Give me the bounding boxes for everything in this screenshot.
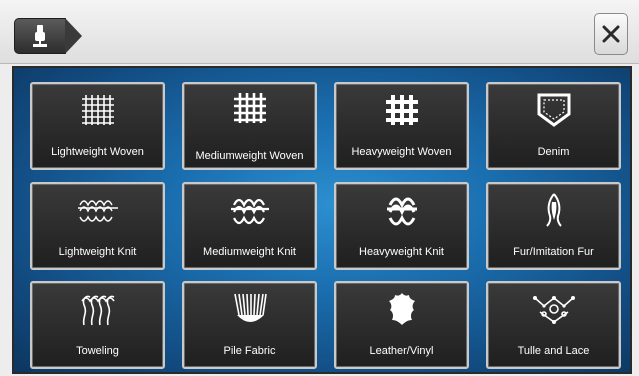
lace-icon bbox=[488, 289, 619, 329]
heavyweight-knit-icon bbox=[336, 190, 467, 230]
fabric-button-mediumweight-knit[interactable]: Mediumweight Knit bbox=[182, 182, 317, 270]
fabric-label: Mediumweight Knit bbox=[203, 246, 296, 258]
fabric-label: Tulle and Lace bbox=[517, 345, 590, 357]
fabric-button-pile-fabric[interactable]: Pile Fabric bbox=[182, 281, 317, 369]
fabric-label: Denim bbox=[537, 146, 570, 158]
close-button[interactable] bbox=[594, 13, 628, 55]
fabric-button-tulle-lace[interactable]: Tulle and Lace bbox=[486, 281, 621, 369]
mediumweight-knit-icon bbox=[184, 190, 315, 230]
toweling-icon bbox=[32, 289, 163, 329]
fabric-button-heavyweight-woven[interactable]: Heavyweight Woven bbox=[334, 82, 469, 170]
fabric-button-leather-vinyl[interactable]: Leather/Vinyl bbox=[334, 281, 469, 369]
fabric-label: Heavyweight Knit bbox=[359, 246, 444, 258]
fabric-label: Toweling bbox=[76, 345, 119, 357]
fabric-label: Heavyweight Woven bbox=[351, 146, 452, 158]
fabric-label: Mediumweight Woven bbox=[195, 150, 304, 162]
fabric-button-lightweight-woven[interactable]: Lightweight Woven bbox=[30, 82, 165, 170]
mediumweight-woven-icon bbox=[184, 88, 315, 128]
fabric-button-lightweight-knit[interactable]: Lightweight Knit bbox=[30, 182, 165, 270]
lightweight-woven-icon bbox=[32, 90, 163, 130]
fabric-label: Pile Fabric bbox=[223, 345, 276, 357]
pile-fabric-icon bbox=[184, 289, 315, 329]
fabric-label: Leather/Vinyl bbox=[369, 345, 434, 357]
lightweight-knit-icon bbox=[32, 190, 163, 230]
menu-tab[interactable] bbox=[14, 18, 82, 54]
fabric-button-heavyweight-knit[interactable]: Heavyweight Knit bbox=[334, 182, 469, 270]
fur-icon bbox=[488, 190, 619, 230]
presser-foot-icon bbox=[30, 25, 50, 52]
fabric-selection-window: Lightweight Woven Mediumweight Woven Hea… bbox=[0, 0, 639, 376]
title-bar bbox=[0, 0, 639, 64]
fabric-button-toweling[interactable]: Toweling bbox=[30, 281, 165, 369]
leather-hide-icon bbox=[336, 289, 467, 329]
heavyweight-woven-icon bbox=[336, 90, 467, 130]
fabric-label: Fur/Imitation Fur bbox=[513, 246, 594, 258]
fabric-label: Lightweight Knit bbox=[58, 246, 137, 258]
fabric-button-denim[interactable]: Denim bbox=[486, 82, 621, 170]
fabric-button-mediumweight-woven[interactable]: Mediumweight Woven bbox=[182, 82, 317, 170]
fabric-label: Lightweight Woven bbox=[51, 146, 144, 158]
close-icon bbox=[602, 25, 620, 43]
denim-pocket-icon bbox=[488, 90, 619, 130]
fabric-grid: Lightweight Woven Mediumweight Woven Hea… bbox=[12, 66, 632, 374]
fabric-button-fur[interactable]: Fur/Imitation Fur bbox=[486, 182, 621, 270]
